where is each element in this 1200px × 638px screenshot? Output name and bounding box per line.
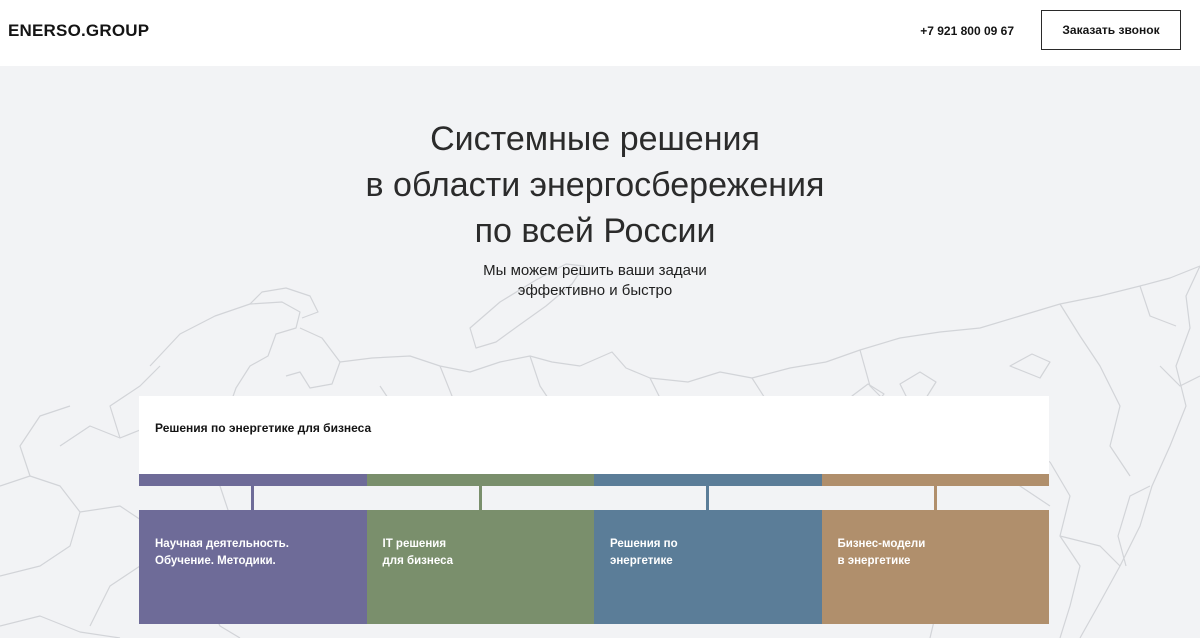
hero-subtitle-line: Мы можем решить ваши задачи [483, 262, 707, 279]
card-label: для бизнеса [382, 555, 454, 567]
card-label: Решения по [610, 538, 678, 550]
landing-page: ENERSO.GROUP +7 921 800 09 67 Заказать з… [0, 0, 1200, 638]
card-label: IT решения [382, 538, 447, 550]
card-it-solutions[interactable]: IT решения для бизнеса [366, 510, 594, 624]
hero-title-line: по всей России [474, 212, 716, 250]
card-label: Обучение. Методики. [155, 555, 276, 567]
phone-number[interactable]: +7 921 800 09 67 [920, 24, 1014, 38]
card-label: Научная деятельность. [155, 538, 289, 550]
card-label: энергетике [610, 555, 673, 567]
card-science-education[interactable]: Научная деятельность. Обучение. Методики… [139, 510, 367, 624]
connector-line [479, 486, 482, 510]
solutions-panel: Решения по энергетике для бизнеса [139, 396, 1049, 474]
hero-title: Системные решения в области энергосбереж… [300, 116, 890, 254]
site-header: ENERSO.GROUP +7 921 800 09 67 Заказать з… [0, 0, 1200, 66]
color-strip-segment-it [366, 474, 594, 486]
hero-subtitle: Мы можем решить ваши задачи эффективно и… [400, 261, 790, 301]
card-energy-solutions[interactable]: Решения по энергетике [594, 510, 822, 624]
site-logo[interactable]: ENERSO.GROUP [8, 21, 149, 41]
solutions-color-strip [139, 474, 1049, 486]
solutions-connectors [139, 486, 1049, 510]
hero-title-line: в области энергосбережения [365, 166, 825, 204]
connector-line [251, 486, 254, 510]
solutions-panel-title: Решения по энергетике для бизнеса [155, 421, 372, 435]
hero-subtitle-line: эффективно и быстро [517, 282, 673, 299]
hero-title-line: Системные решения [430, 120, 760, 158]
card-label: Бизнес-модели [837, 538, 926, 550]
callback-button[interactable]: Заказать звонок [1041, 10, 1181, 50]
card-business-models[interactable]: Бизнес-модели в энергетике [821, 510, 1049, 624]
color-strip-segment-science [139, 474, 367, 486]
connector-line [706, 486, 709, 510]
color-strip-segment-business [821, 474, 1049, 486]
card-label: в энергетике [837, 555, 911, 567]
connector-line [934, 486, 937, 510]
color-strip-segment-energy [594, 474, 822, 486]
solutions-cards: Научная деятельность. Обучение. Методики… [139, 510, 1049, 624]
